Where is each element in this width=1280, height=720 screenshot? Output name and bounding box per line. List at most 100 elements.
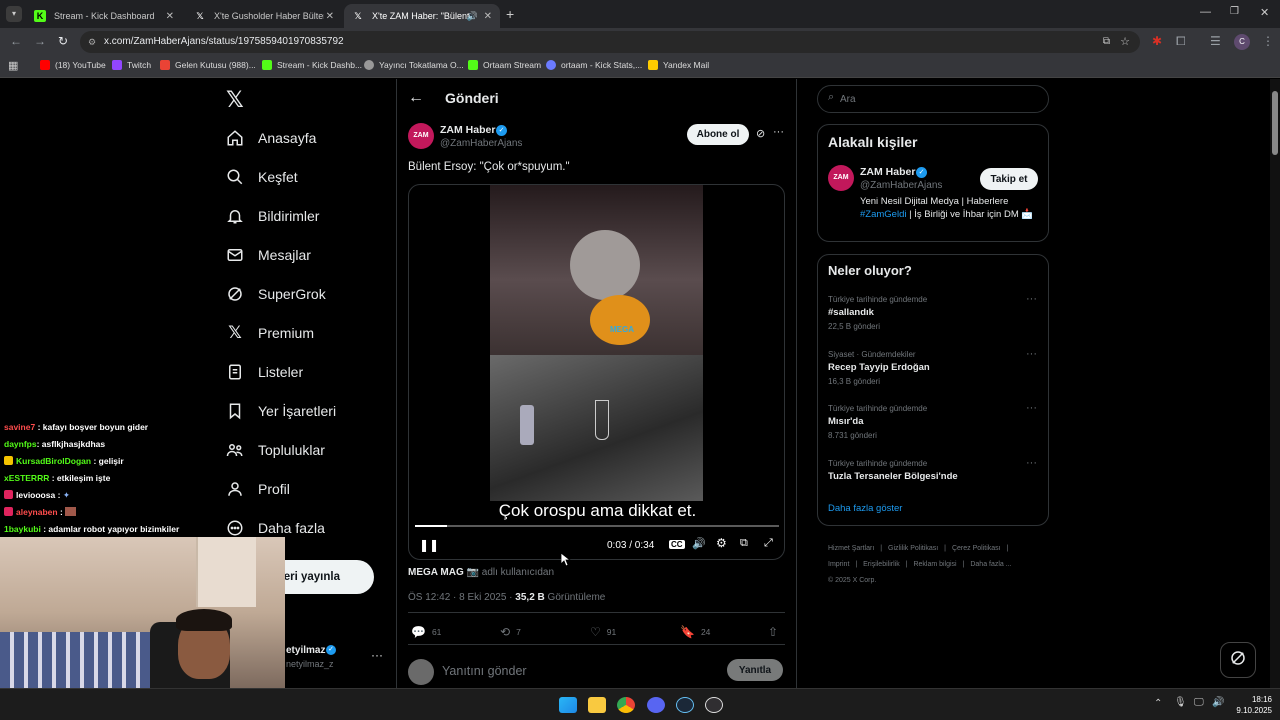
nav-explore[interactable]: Keşfet xyxy=(226,168,298,186)
bookmark-ortaam-stream[interactable]: Ortaam Stream xyxy=(468,60,541,70)
star-icon[interactable]: ☆ xyxy=(1120,31,1130,53)
bookmark-twitch[interactable]: Twitch xyxy=(112,60,151,70)
nav-more[interactable]: Daha fazla xyxy=(226,519,325,537)
menu-icon[interactable]: ⋮ xyxy=(1262,34,1274,48)
extension-red-icon[interactable]: ✱ xyxy=(1152,34,1162,48)
reply-button[interactable]: Yanıtla xyxy=(727,659,783,681)
back-arrow-icon[interactable]: ← xyxy=(408,89,424,107)
windows-start-icon[interactable] xyxy=(559,697,577,713)
pause-icon[interactable]: ❚❚ xyxy=(419,538,439,552)
footer-link[interactable]: Hizmet Şartları xyxy=(828,545,874,552)
more-icon[interactable]: ··· xyxy=(371,648,383,662)
nav-bookmarks[interactable]: Yer İşaretleri xyxy=(226,402,336,420)
footer-link[interactable]: Erişilebilirlik xyxy=(863,561,900,568)
tab-list-button[interactable]: ▾ xyxy=(6,6,22,22)
url-input[interactable]: ⚙ x.com/ZamHaberAjans/status/19758594019… xyxy=(80,31,1140,53)
show-more-link[interactable]: Daha fazla göster xyxy=(828,503,902,514)
footer-link[interactable]: Daha fazla ... xyxy=(970,561,1011,568)
minimize-button[interactable]: — xyxy=(1200,6,1211,18)
reply-input[interactable]: Yanıtını gönder xyxy=(442,664,527,678)
avatar[interactable]: ZAM xyxy=(828,165,854,191)
microphone-icon[interactable]: 🎙 xyxy=(1174,697,1187,708)
close-window-button[interactable]: ✕ xyxy=(1260,6,1269,19)
bookmark-yandex[interactable]: Yandex Mail xyxy=(648,60,709,70)
bookmark-kick-stats[interactable]: ortaam - Kick Stats,... xyxy=(546,60,642,70)
restore-button[interactable]: ❐ xyxy=(1230,6,1239,17)
install-app-icon[interactable]: ⧉ xyxy=(1103,31,1110,53)
nav-supergrok[interactable]: SuperGrok xyxy=(226,285,326,303)
author-handle[interactable]: @ZamHaberAjans xyxy=(440,138,522,149)
hashtag-link[interactable]: #ZamGeldi xyxy=(860,209,906,220)
discord-icon[interactable] xyxy=(647,697,665,713)
subscribe-button[interactable]: Abone ol xyxy=(687,124,749,145)
footer-link[interactable]: Reklam bilgisi xyxy=(913,561,956,568)
settings-icon[interactable]: ⚙ xyxy=(716,536,727,550)
file-explorer-icon[interactable] xyxy=(588,697,606,713)
related-name[interactable]: ZAM Haber xyxy=(860,166,915,178)
more-icon[interactable]: ··· xyxy=(1026,348,1037,360)
like-action[interactable]: ♡ 91 xyxy=(590,625,616,639)
more-icon[interactable]: ··· xyxy=(1026,457,1037,469)
related-handle[interactable]: @ZamHaberAjans xyxy=(860,180,942,191)
captions-icon[interactable]: CC xyxy=(669,540,685,549)
search-input[interactable]: ⌕ Ara xyxy=(817,85,1049,113)
bookmark-yayinci[interactable]: Yayıncı Tokatlama O... xyxy=(364,60,464,70)
grok-button[interactable] xyxy=(1220,642,1256,678)
close-icon[interactable]: ✕ xyxy=(166,11,174,22)
fullscreen-icon[interactable]: ⤢ xyxy=(764,537,773,550)
more-icon[interactable]: ··· xyxy=(773,126,784,138)
nav-premium[interactable]: 𝕏 Premium xyxy=(226,323,314,342)
share-icon[interactable]: ⇧ xyxy=(768,625,778,639)
volume-icon[interactable]: 🔊 xyxy=(692,537,706,550)
apps-icon[interactable]: ▦ xyxy=(8,59,18,72)
footer-link[interactable]: Gizlilik Politikası xyxy=(888,545,938,552)
bookmark-action[interactable]: 🔖 24 xyxy=(680,625,710,639)
site-info-icon[interactable]: ⚙ xyxy=(88,31,96,53)
back-icon[interactable]: ← xyxy=(10,34,22,48)
nav-profile[interactable]: Profil xyxy=(226,480,290,498)
grok-icon[interactable]: ⊘ xyxy=(756,127,765,140)
pip-icon[interactable]: ⧉ xyxy=(740,537,748,550)
scrollbar-thumb[interactable] xyxy=(1272,91,1278,155)
timestamp[interactable]: ÖS 12:42 · 8 Eki 2025 · xyxy=(408,592,513,603)
footer-link[interactable]: Çerez Politikası xyxy=(952,545,1001,552)
steam-icon[interactable] xyxy=(676,697,694,713)
repost-action[interactable]: ⟲ 7 xyxy=(500,625,521,639)
follow-button[interactable]: Takip et xyxy=(980,168,1038,190)
avatar[interactable]: C xyxy=(1234,34,1250,50)
extensions-icon[interactable]: ⧠ xyxy=(1176,34,1186,49)
forward-icon[interactable]: → xyxy=(34,34,46,48)
video-progress-track[interactable] xyxy=(415,525,779,527)
more-icon[interactable]: ··· xyxy=(1026,402,1037,414)
nav-notifications[interactable]: Bildirimler xyxy=(226,207,319,225)
bookmark-youtube[interactable]: (18) YouTube xyxy=(40,60,106,70)
tab-zam-haber[interactable]: 𝕏 X'te ZAM Haber: "Bülent Er 🔊 ✕ xyxy=(344,4,500,28)
reload-icon[interactable]: ↻ xyxy=(58,34,68,48)
close-icon[interactable]: ✕ xyxy=(484,11,492,22)
chrome-icon[interactable] xyxy=(617,697,635,713)
chevron-up-icon[interactable]: ⌃ xyxy=(1154,698,1162,709)
video-player[interactable]: MEGA Çok orospu ama dikkat et. ❚❚ 0:03 /… xyxy=(408,184,785,560)
volume-icon[interactable]: 🔊 xyxy=(1212,697,1224,708)
obs-icon[interactable] xyxy=(705,697,723,713)
speaker-icon[interactable]: 🔊 xyxy=(467,11,478,22)
x-logo-icon[interactable]: 𝕏 xyxy=(226,87,244,113)
nav-lists[interactable]: Listeler xyxy=(226,363,303,381)
tab-kick-dashboard[interactable]: K Stream - Kick Dashboard ✕ xyxy=(26,4,182,28)
nav-communities[interactable]: Topluluklar xyxy=(226,441,325,459)
tab-gusholder[interactable]: 𝕏 X'te Gusholder Haber Bülteni: " ✕ xyxy=(186,4,342,28)
scrollbar[interactable] xyxy=(1270,79,1280,688)
author-name[interactable]: ZAM Haber xyxy=(440,124,495,136)
bookmark-gmail[interactable]: Gelen Kutusu (988)... xyxy=(160,60,256,70)
clock[interactable]: 18:16 9.10.2025 xyxy=(1228,694,1272,716)
more-icon[interactable]: ··· xyxy=(1026,293,1037,305)
footer-link[interactable]: Imprint xyxy=(828,561,849,568)
bookmark-kick-dashboard[interactable]: Stream - Kick Dashb... xyxy=(262,60,362,70)
reply-action[interactable]: 💬 61 xyxy=(411,625,441,639)
close-icon[interactable]: ✕ xyxy=(326,11,334,22)
new-tab-button[interactable]: + xyxy=(506,6,514,22)
nav-home[interactable]: Anasayfa xyxy=(226,129,316,147)
monitor-icon[interactable]: 🖵 xyxy=(1194,697,1204,708)
avatar[interactable]: ZAM xyxy=(408,123,434,149)
media-icon[interactable]: ☰ xyxy=(1210,34,1221,48)
